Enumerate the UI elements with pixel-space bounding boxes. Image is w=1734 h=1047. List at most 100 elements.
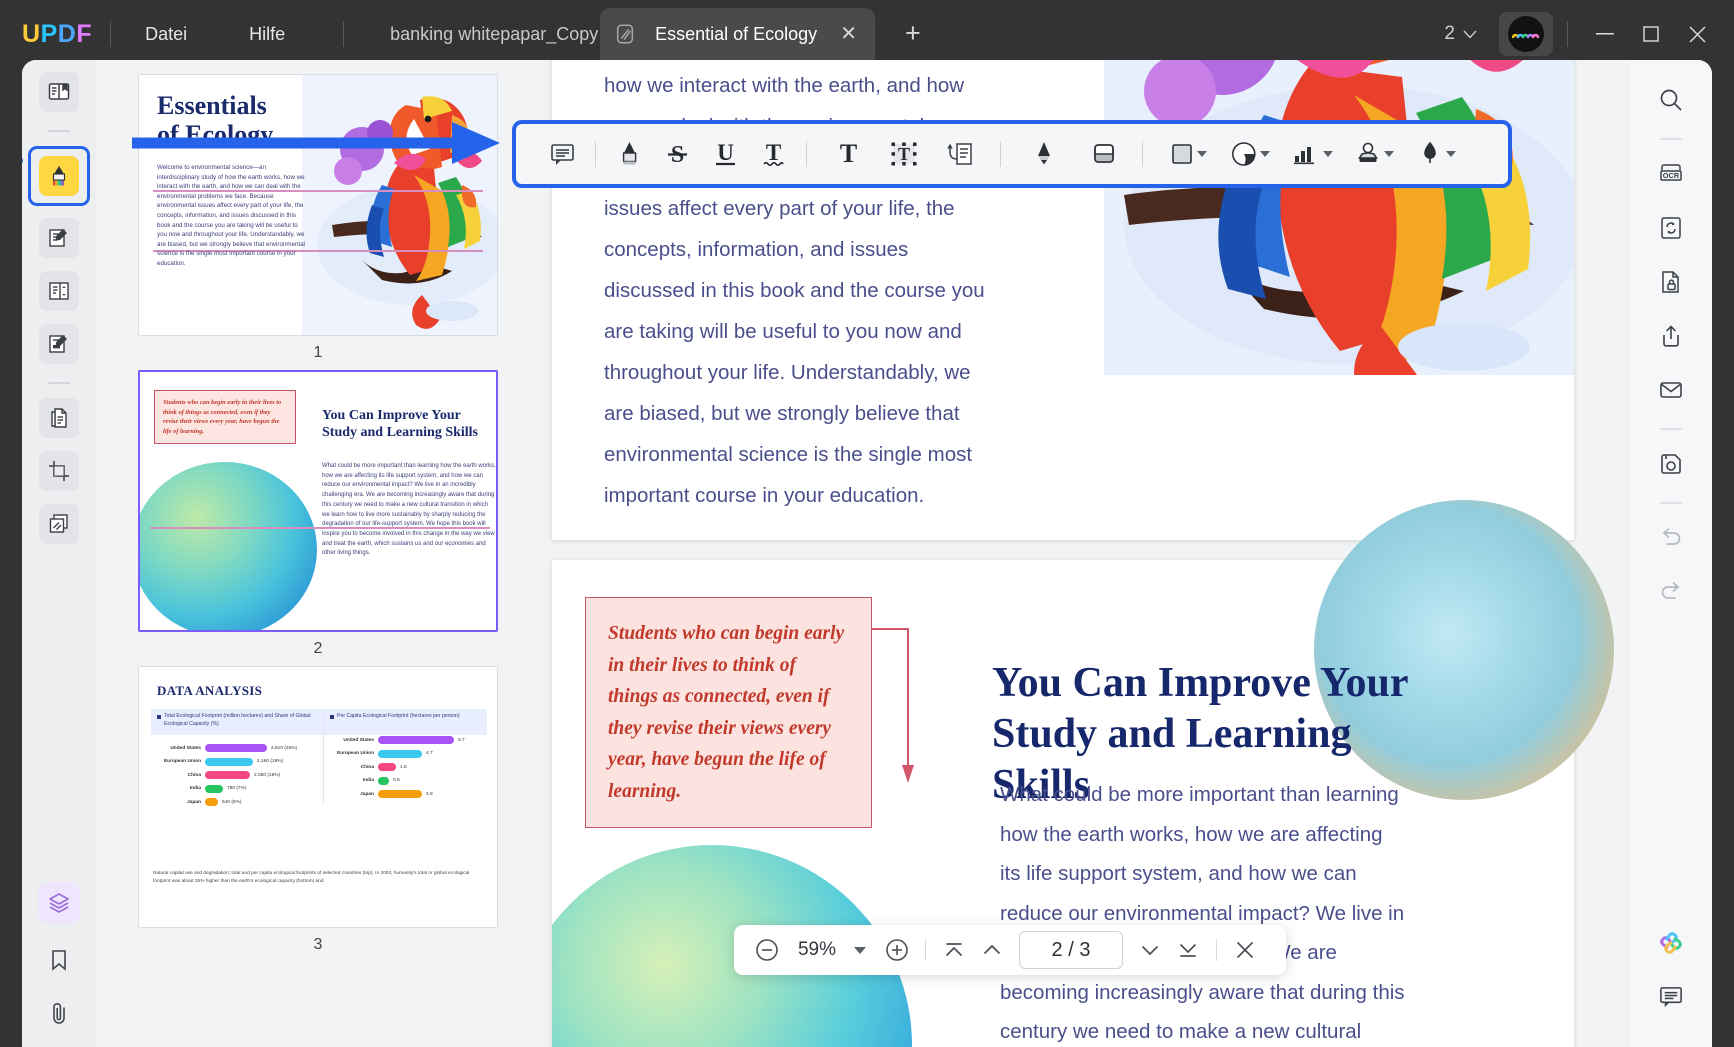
- avatar[interactable]: [1499, 12, 1553, 56]
- zoom-level-label[interactable]: 59%: [786, 939, 848, 961]
- bar-label: China: [157, 773, 201, 778]
- redo-arrow-icon[interactable]: [1649, 570, 1693, 614]
- sidebar-item-bookmarks[interactable]: [39, 940, 79, 980]
- divider: [595, 141, 596, 167]
- tool-pencil-draw[interactable]: [1020, 131, 1068, 177]
- chevron-down-icon[interactable]: [1197, 151, 1207, 157]
- bar: [378, 736, 454, 744]
- tool-stickers[interactable]: [1226, 131, 1274, 177]
- bar-value: 9.7: [458, 738, 465, 743]
- chart-bar-row: India 780 (7%): [157, 785, 313, 793]
- divider: [48, 130, 70, 132]
- chart-bar-row: Japan 4.8: [330, 790, 485, 798]
- sidebar-item-page-organize[interactable]: [39, 271, 79, 311]
- thumbnail-panel[interactable]: Essentials of Ecology Welcome to environ…: [96, 60, 540, 1047]
- next-page-button[interactable]: [1131, 931, 1169, 969]
- document-viewer[interactable]: how we interact with the earth, and how …: [540, 60, 1630, 1047]
- comment-box-icon[interactable]: [1649, 975, 1693, 1019]
- updf-window: U P D F Datei Hilfe banking whitepapar_C…: [0, 0, 1734, 1047]
- svg-text:T: T: [839, 140, 856, 168]
- tool-strikethrough[interactable]: S: [653, 131, 701, 177]
- thumbnail-page-2[interactable]: Students who can begin early in their li…: [138, 370, 498, 658]
- chart-column-total: Total Ecological Footprint (million hect…: [151, 709, 319, 812]
- first-page-button[interactable]: [935, 931, 973, 969]
- maximize-icon[interactable]: [1628, 14, 1674, 54]
- close-zoom-bar-button[interactable]: [1226, 931, 1264, 969]
- tool-add-text[interactable]: T: [824, 131, 872, 177]
- minimize-icon[interactable]: [1582, 14, 1628, 54]
- tool-eraser[interactable]: [1080, 131, 1128, 177]
- sidebar-item-edit-image[interactable]: [39, 324, 79, 364]
- svg-text:T: T: [898, 144, 910, 164]
- svg-text:U: U: [717, 140, 734, 165]
- bar-value: 540 (5%): [222, 800, 241, 805]
- zoom-out-button[interactable]: [748, 931, 786, 969]
- updf-logo: U P D F: [22, 20, 92, 49]
- previous-page-button[interactable]: [973, 931, 1011, 969]
- tool-stamp[interactable]: [1350, 131, 1398, 177]
- ocr-icon[interactable]: OCR: [1649, 152, 1693, 196]
- svg-text:OCR: OCR: [1663, 171, 1680, 180]
- divider: [1567, 21, 1568, 47]
- connector-arrow: [872, 625, 922, 790]
- tool-text-box[interactable]: T: [880, 131, 928, 177]
- tool-squiggly-underline[interactable]: T: [749, 131, 797, 177]
- menu-hilfe[interactable]: Hilfe: [233, 18, 301, 51]
- chevron-down-icon[interactable]: [1446, 151, 1456, 157]
- bar: [378, 750, 422, 758]
- menu-datei[interactable]: Datei: [129, 18, 203, 51]
- sidebar-item-attachments[interactable]: [39, 993, 79, 1033]
- tool-highlight[interactable]: [605, 131, 653, 177]
- chart-bar-row: United States 2,810 (25%): [157, 744, 313, 752]
- tool-underline[interactable]: U: [701, 131, 749, 177]
- chart-footnote: Natural capital use and degradation: tot…: [153, 870, 483, 885]
- tab-count-label: 2: [1444, 23, 1455, 45]
- bar: [378, 790, 422, 798]
- sidebar-item-layers[interactable]: [38, 882, 80, 924]
- tool-signature[interactable]: [1412, 131, 1460, 177]
- left-tool-rail: [22, 60, 96, 1047]
- close-icon[interactable]: ✕: [836, 22, 861, 46]
- envelope-icon[interactable]: [1649, 368, 1693, 412]
- last-page-button[interactable]: [1169, 931, 1207, 969]
- chevron-down-icon[interactable]: [1384, 151, 1394, 157]
- ai-clover-icon[interactable]: [1649, 921, 1693, 965]
- sidebar-item-compress-pdf[interactable]: [39, 504, 79, 544]
- legend-square-icon: [330, 715, 334, 719]
- tool-shapes[interactable]: [1164, 131, 1212, 177]
- zoom-in-button[interactable]: [878, 931, 916, 969]
- thumbnail-page-number: 3: [138, 936, 498, 954]
- sidebar-item-edit-pdf[interactable]: [39, 218, 79, 258]
- tool-measure[interactable]: [1288, 131, 1336, 177]
- convert-refresh-icon[interactable]: [1649, 206, 1693, 250]
- plus-icon[interactable]: +: [905, 18, 921, 49]
- close-icon[interactable]: [1674, 14, 1720, 54]
- search-icon[interactable]: [1649, 78, 1693, 122]
- sidebar-item-crop-page[interactable]: [39, 451, 79, 491]
- bar-label: India: [330, 778, 374, 783]
- sidebar-item-convert-pdf[interactable]: [39, 398, 79, 438]
- sidebar-item-annotate[interactable]: [28, 146, 90, 206]
- share-upload-icon[interactable]: [1649, 314, 1693, 358]
- bar-value: 2,160 (19%): [257, 759, 283, 764]
- tab-count-button[interactable]: 2: [1436, 18, 1485, 50]
- chevron-down-icon: [1463, 30, 1477, 39]
- thumbnail-page-3[interactable]: DATA ANALYSIS Total Ecological Footprint…: [138, 666, 498, 954]
- sidebar-item-reader-mode[interactable]: [39, 72, 79, 112]
- document-tab-inactive[interactable]: banking whitepapar_Copy: [372, 16, 616, 53]
- highlighter-icon: [39, 156, 79, 196]
- document-tab-active[interactable]: Essential of Ecology ✕: [600, 8, 875, 60]
- chevron-down-icon[interactable]: [1323, 151, 1333, 157]
- undo-arrow-icon[interactable]: [1649, 516, 1693, 560]
- page-indicator-input[interactable]: 2 / 3: [1019, 931, 1123, 969]
- tool-sticky-note[interactable]: [538, 131, 586, 177]
- floppy-save-icon[interactable]: [1649, 442, 1693, 486]
- chevron-down-icon[interactable]: [1260, 151, 1270, 157]
- thumbnail-image: DATA ANALYSIS Total Ecological Footprint…: [138, 666, 498, 928]
- zoom-dropdown-caret-icon[interactable]: [854, 947, 866, 954]
- chart-bar-row: China 1.6: [330, 763, 485, 771]
- divider: [1660, 428, 1682, 430]
- tool-callout-note[interactable]: [936, 131, 984, 177]
- page-lock-icon[interactable]: [1649, 260, 1693, 304]
- bar: [205, 744, 267, 752]
